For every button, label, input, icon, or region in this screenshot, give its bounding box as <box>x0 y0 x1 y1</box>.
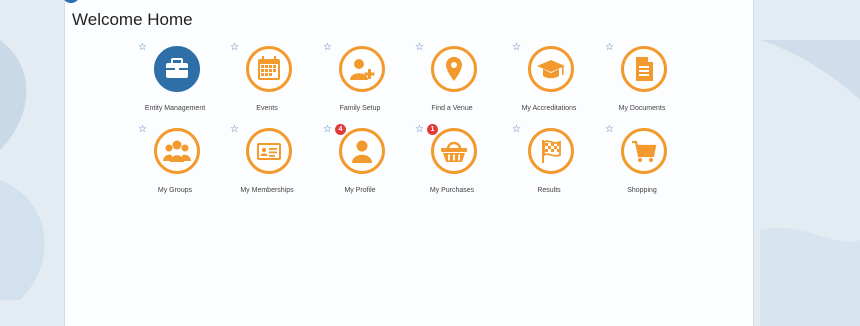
briefcase-icon <box>154 46 200 92</box>
tile-my-profile[interactable]: ☆ 4 My Profile <box>314 124 406 204</box>
checkered-flag-icon <box>528 128 574 174</box>
favorite-star-icon[interactable]: ☆ <box>323 125 332 135</box>
calendar-icon <box>246 46 292 92</box>
tile-label: My Documents <box>618 105 666 112</box>
favorite-star-icon[interactable]: ☆ <box>230 125 239 135</box>
page-title: Welcome Home <box>72 10 193 29</box>
person-icon <box>339 128 385 174</box>
tile-family-setup[interactable]: ☆ Family Setup <box>314 43 406 122</box>
tile-my-groups[interactable]: ☆ My Groups <box>129 125 221 204</box>
favorite-star-icon[interactable]: ☆ <box>512 125 521 135</box>
tile-my-purchases[interactable]: ☆ 1 My Purchases <box>406 124 498 204</box>
tile-results[interactable]: ☆ Results <box>503 125 595 204</box>
tile-find-a-venue[interactable]: ☆ Find a Venue <box>406 43 498 122</box>
tile-entity-management[interactable]: ☆ Entity Management <box>129 43 221 122</box>
group-icon <box>154 128 200 174</box>
favorite-star-icon[interactable]: ☆ <box>138 125 147 135</box>
location-pin-icon <box>431 46 477 92</box>
tile-my-accreditations[interactable]: ☆ My Accreditations <box>503 43 595 122</box>
favorite-star-icon[interactable]: ☆ <box>138 43 147 53</box>
graduation-cap-icon <box>528 46 574 92</box>
favorite-star-icon[interactable]: ☆ <box>415 125 424 135</box>
favorite-star-icon[interactable]: ☆ <box>512 43 521 53</box>
favorite-star-icon[interactable]: ☆ <box>415 43 424 53</box>
tile-label: Shopping <box>627 187 657 194</box>
tile-my-documents[interactable]: ☆ My Documents <box>596 43 688 122</box>
favorite-star-icon[interactable]: ☆ <box>605 125 614 135</box>
tile-label: Find a Venue <box>431 105 473 112</box>
tile-my-memberships[interactable]: ☆ My Memberships <box>221 125 313 204</box>
document-icon <box>621 46 667 92</box>
tile-shopping[interactable]: ☆ Shopping <box>596 125 688 204</box>
favorite-star-icon[interactable]: ☆ <box>230 43 239 53</box>
tile-label: My Purchases <box>429 187 475 194</box>
favorite-star-icon[interactable]: ☆ <box>605 43 614 53</box>
basket-icon <box>431 128 477 174</box>
tile-events[interactable]: ☆ Events <box>221 43 313 122</box>
add-person-icon <box>339 46 385 92</box>
shopping-cart-icon <box>621 128 667 174</box>
id-card-icon <box>246 128 292 174</box>
favorite-star-icon[interactable]: ☆ <box>323 43 332 53</box>
